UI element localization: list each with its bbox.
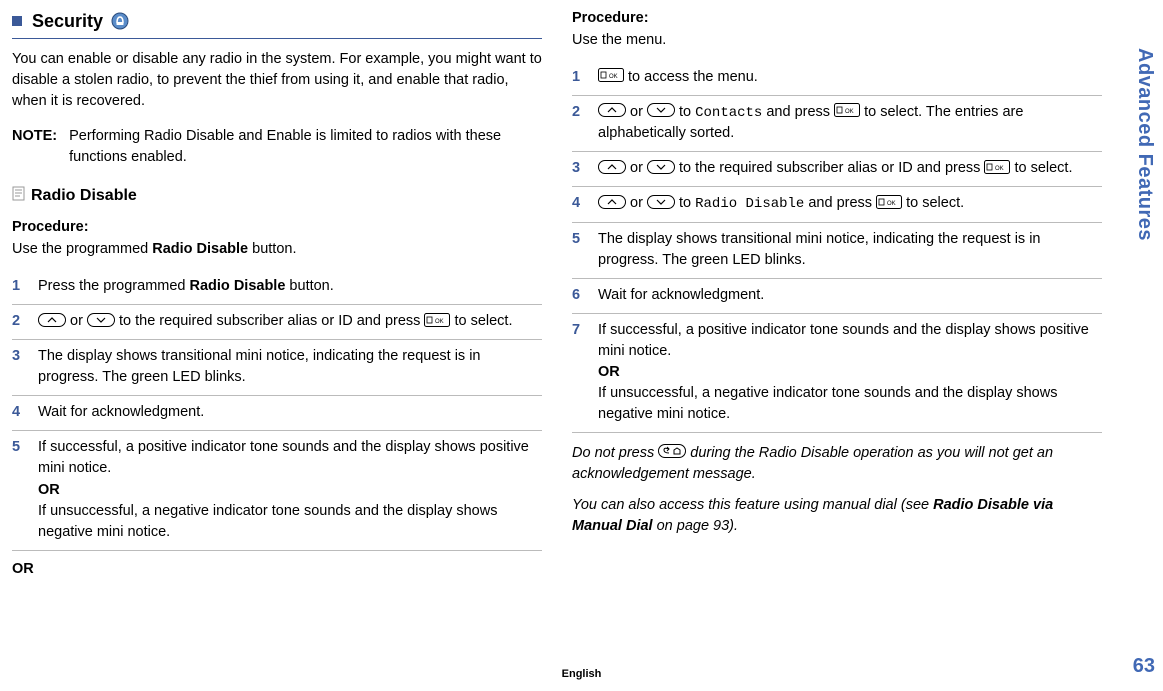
- italic-note-1: Do not press during the Radio Disable op…: [572, 443, 1102, 485]
- section-header: Security: [12, 8, 542, 39]
- svg-text:OK: OK: [609, 74, 618, 80]
- ok-button-icon: OK: [834, 103, 860, 121]
- note-text: Performing Radio Disable and Enable is l…: [69, 126, 542, 168]
- ok-button-icon: OK: [598, 68, 624, 86]
- page-number: 63: [1133, 652, 1155, 681]
- left-step-4: 4 Wait for acknowledgment.: [12, 396, 542, 431]
- side-tab-label: Advanced Features: [1130, 48, 1159, 241]
- right-step-6: 6 Wait for acknowledgment.: [572, 279, 1102, 314]
- left-step-5: 5 If successful, a positive indicator to…: [12, 431, 542, 550]
- step-body: The display shows transitional mini noti…: [38, 346, 542, 388]
- step-number: 5: [12, 437, 26, 542]
- note-block: NOTE: Performing Radio Disable and Enabl…: [12, 126, 542, 168]
- step-number: 3: [12, 346, 26, 388]
- right-step-1: 1 OK to access the menu.: [572, 61, 1102, 96]
- section-title: Security: [32, 8, 103, 34]
- step-body: Press the programmed Radio Disable butto…: [38, 276, 542, 297]
- down-button-icon: [647, 160, 675, 178]
- right-step-5: 5 The display shows transitional mini no…: [572, 223, 1102, 279]
- up-button-icon: [598, 160, 626, 178]
- procedure-text: Use the menu.: [572, 30, 1102, 51]
- note-label: NOTE:: [12, 126, 57, 168]
- left-column: Security You can enable or disable any r…: [12, 8, 542, 580]
- step-body: or to Contacts and press OK to select. T…: [598, 102, 1102, 144]
- svg-text:OK: OK: [995, 166, 1004, 172]
- back-home-button-icon: [658, 444, 686, 462]
- document-icon: [12, 186, 25, 206]
- step-body: OK to access the menu.: [598, 67, 1102, 88]
- step-body: or to the required subscriber alias or I…: [38, 311, 542, 332]
- right-step-7: 7 If successful, a positive indicator to…: [572, 314, 1102, 433]
- procedure-label: Procedure:: [572, 8, 1102, 29]
- step-number: 3: [572, 158, 586, 179]
- ok-button-icon: OK: [424, 313, 450, 331]
- step-number: 1: [12, 276, 26, 297]
- up-button-icon: [598, 103, 626, 121]
- english-label: English: [562, 667, 602, 683]
- left-step-2: 2 or to the required subscriber alias or…: [12, 305, 542, 340]
- step-number: 2: [572, 102, 586, 144]
- procedure-text: Use the programmed Radio Disable button.: [12, 239, 542, 260]
- right-step-2: 2 or to Contacts and press OK to select.…: [572, 96, 1102, 152]
- step-number: 1: [572, 67, 586, 88]
- right-step-4: 4 or to Radio Disable and press OK to se…: [572, 187, 1102, 222]
- step-body: If successful, a positive indicator tone…: [38, 437, 542, 542]
- svg-text:OK: OK: [845, 109, 854, 115]
- step-number: 7: [572, 320, 586, 425]
- subheading-row: Radio Disable: [12, 184, 542, 207]
- or-separator: OR: [12, 559, 542, 580]
- right-step-3: 3 or to the required subscriber alias or…: [572, 152, 1102, 187]
- up-button-icon: [598, 195, 626, 213]
- up-button-icon: [38, 313, 66, 331]
- step-number: 4: [12, 402, 26, 423]
- italic-note-2: You can also access this feature using m…: [572, 495, 1102, 537]
- procedure-label: Procedure:: [12, 217, 542, 238]
- subheading: Radio Disable: [31, 184, 137, 207]
- down-button-icon: [647, 103, 675, 121]
- ok-button-icon: OK: [876, 195, 902, 213]
- step-number: 6: [572, 285, 586, 306]
- left-step-3: 3 The display shows transitional mini no…: [12, 340, 542, 396]
- step-number: 4: [572, 193, 586, 214]
- step-body: The display shows transitional mini noti…: [598, 229, 1102, 271]
- step-body: If successful, a positive indicator tone…: [598, 320, 1102, 425]
- right-column: Procedure: Use the menu. 1 OK to access …: [572, 8, 1102, 580]
- step-body: or to the required subscriber alias or I…: [598, 158, 1102, 179]
- security-icon: [111, 12, 129, 30]
- left-step-1: 1 Press the programmed Radio Disable but…: [12, 270, 542, 305]
- svg-text:OK: OK: [435, 319, 444, 325]
- step-number: 2: [12, 311, 26, 332]
- step-body: or to Radio Disable and press OK to sele…: [598, 193, 1102, 214]
- svg-text:OK: OK: [887, 201, 896, 207]
- step-body: Wait for acknowledgment.: [38, 402, 542, 423]
- ok-button-icon: OK: [984, 160, 1010, 178]
- square-bullet-icon: [12, 16, 22, 26]
- step-body: Wait for acknowledgment.: [598, 285, 1102, 306]
- down-button-icon: [647, 195, 675, 213]
- down-button-icon: [87, 313, 115, 331]
- step-number: 5: [572, 229, 586, 271]
- procedure-block-left: Procedure: Use the programmed Radio Disa…: [12, 217, 542, 260]
- procedure-block-right: Procedure: Use the menu.: [572, 8, 1102, 51]
- intro-text: You can enable or disable any radio in t…: [12, 49, 542, 112]
